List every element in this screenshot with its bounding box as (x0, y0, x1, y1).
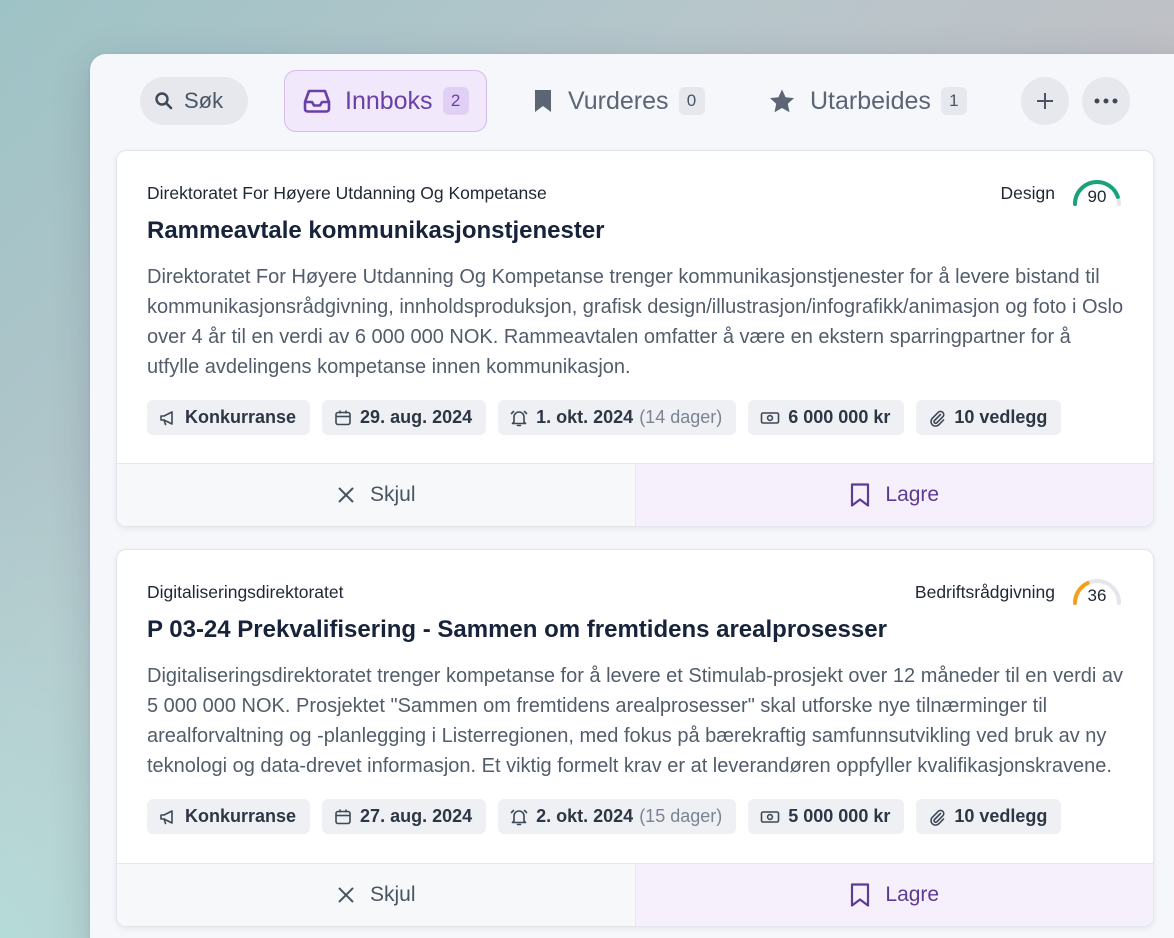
tender-card[interactable]: Direktoratet For Høyere Utdanning Og Kom… (116, 150, 1154, 527)
save-label: Lagre (885, 883, 940, 906)
score-value: 36 (1087, 586, 1107, 605)
organization-name: Digitaliseringsdirektoratet (147, 582, 344, 602)
search-label: Søk (184, 88, 224, 113)
star-icon (770, 89, 794, 113)
calendar-icon (335, 809, 351, 824)
published-date-chip: 27. aug. 2024 (322, 799, 487, 834)
value-chip: 5 000 000 kr (748, 799, 905, 834)
card-body: Direktoratet For Høyere Utdanning Og Kom… (117, 151, 1153, 465)
card-actions: Skjul Lagre (117, 463, 1153, 526)
tab-count-badge: 1 (940, 87, 967, 115)
type-chip: Konkurranse (147, 400, 311, 435)
hide-label: Skjul (369, 883, 416, 906)
calendar-icon (335, 410, 351, 425)
alarm-bell-icon (510, 809, 528, 825)
tab-label: Innboks (345, 86, 433, 115)
type-text: Konkurranse (185, 806, 297, 826)
add-button[interactable] (1021, 77, 1069, 125)
deadline-chip: 2. okt. 2024 (15 dager) (498, 799, 737, 834)
money-icon (760, 810, 780, 823)
megaphone-icon (160, 410, 173, 425)
deadline-remaining: (14 dager) (639, 407, 723, 427)
megaphone-icon (160, 809, 173, 824)
card-body: Digitaliseringsdirektoratet Bedriftsrådg… (117, 550, 1153, 864)
attachments-chip[interactable]: 10 vedlegg (916, 799, 1062, 834)
value-text: 5 000 000 kr (788, 806, 891, 826)
hide-label: Skjul (369, 483, 416, 506)
value-text: 6 000 000 kr (788, 407, 891, 427)
save-button[interactable]: Lagre (635, 864, 1153, 926)
published-date-text: 27. aug. 2024 (360, 806, 473, 826)
tender-title[interactable]: Rammeavtale kommunikasjonstjenester (147, 217, 605, 245)
tab-count-badge: 2 (442, 87, 469, 115)
close-icon (338, 887, 354, 903)
tab-count-badge: 0 (678, 87, 705, 115)
deadline-text: 1. okt. 2024 (536, 407, 634, 427)
meta-chips: Konkurranse 29. aug. 2024 1. okt. 2024 (… (147, 400, 1062, 435)
tender-description: Direktoratet For Høyere Utdanning Og Kom… (147, 266, 1124, 378)
plus-icon (1037, 93, 1053, 109)
score-gauge: 36 (1071, 573, 1123, 609)
type-text: Konkurranse (185, 407, 297, 427)
tab-utarbeides[interactable]: Utarbeides 1 (768, 70, 967, 132)
search-button[interactable]: Søk (140, 77, 248, 125)
inbox-icon (303, 89, 331, 113)
deadline-chip: 1. okt. 2024 (14 dager) (498, 400, 737, 435)
bookmark-outline-icon (851, 883, 870, 907)
category-label: Design (1000, 183, 1055, 203)
tender-description: Digitaliseringsdirektoratet trenger komp… (147, 665, 1124, 777)
attachments-text: 10 vedlegg (954, 407, 1048, 427)
score-gauge: 90 (1071, 174, 1123, 210)
type-chip: Konkurranse (147, 799, 311, 834)
tab-vurderes[interactable]: Vurderes 0 (532, 70, 705, 132)
close-icon (338, 487, 354, 503)
score-value: 90 (1087, 187, 1107, 206)
attachments-text: 10 vedlegg (954, 806, 1048, 826)
attachments-chip[interactable]: 10 vedlegg (916, 400, 1062, 435)
alarm-bell-icon (510, 410, 528, 426)
bookmark-icon (535, 90, 551, 112)
deadline-text: 2. okt. 2024 (536, 806, 634, 826)
paperclip-icon (930, 809, 945, 826)
deadline-remaining: (15 dager) (639, 806, 723, 826)
tender-title[interactable]: P 03-24 Prekvalifisering - Sammen om fre… (147, 616, 887, 644)
save-label: Lagre (885, 483, 940, 506)
search-icon (155, 92, 173, 110)
category-label: Bedriftsrådgivning (914, 582, 1055, 602)
hide-button[interactable]: Skjul (117, 464, 636, 526)
bookmark-outline-icon (851, 483, 870, 507)
tab-label: Utarbeides (810, 86, 931, 115)
tender-card[interactable]: Digitaliseringsdirektoratet Bedriftsrådg… (116, 549, 1154, 927)
ellipsis-icon (1094, 98, 1118, 104)
toolbar: Søk Innboks 2 Vurderes 0 Utarbeides 1 (90, 54, 1174, 154)
tenders-panel: Søk Innboks 2 Vurderes 0 Utarbeides 1 Di… (90, 54, 1174, 938)
meta-chips: Konkurranse 27. aug. 2024 2. okt. 2024 (… (147, 799, 1062, 834)
card-actions: Skjul Lagre (117, 863, 1153, 926)
more-options-button[interactable] (1082, 77, 1130, 125)
paperclip-icon (930, 410, 945, 427)
tab-label: Vurderes (568, 86, 669, 115)
tab-innboks[interactable]: Innboks 2 (284, 70, 487, 132)
published-date-text: 29. aug. 2024 (360, 407, 473, 427)
hide-button[interactable]: Skjul (117, 864, 636, 926)
published-date-chip: 29. aug. 2024 (322, 400, 487, 435)
save-button[interactable]: Lagre (635, 464, 1153, 526)
money-icon (760, 411, 780, 424)
value-chip: 6 000 000 kr (748, 400, 905, 435)
organization-name: Direktoratet For Høyere Utdanning Og Kom… (147, 183, 547, 203)
